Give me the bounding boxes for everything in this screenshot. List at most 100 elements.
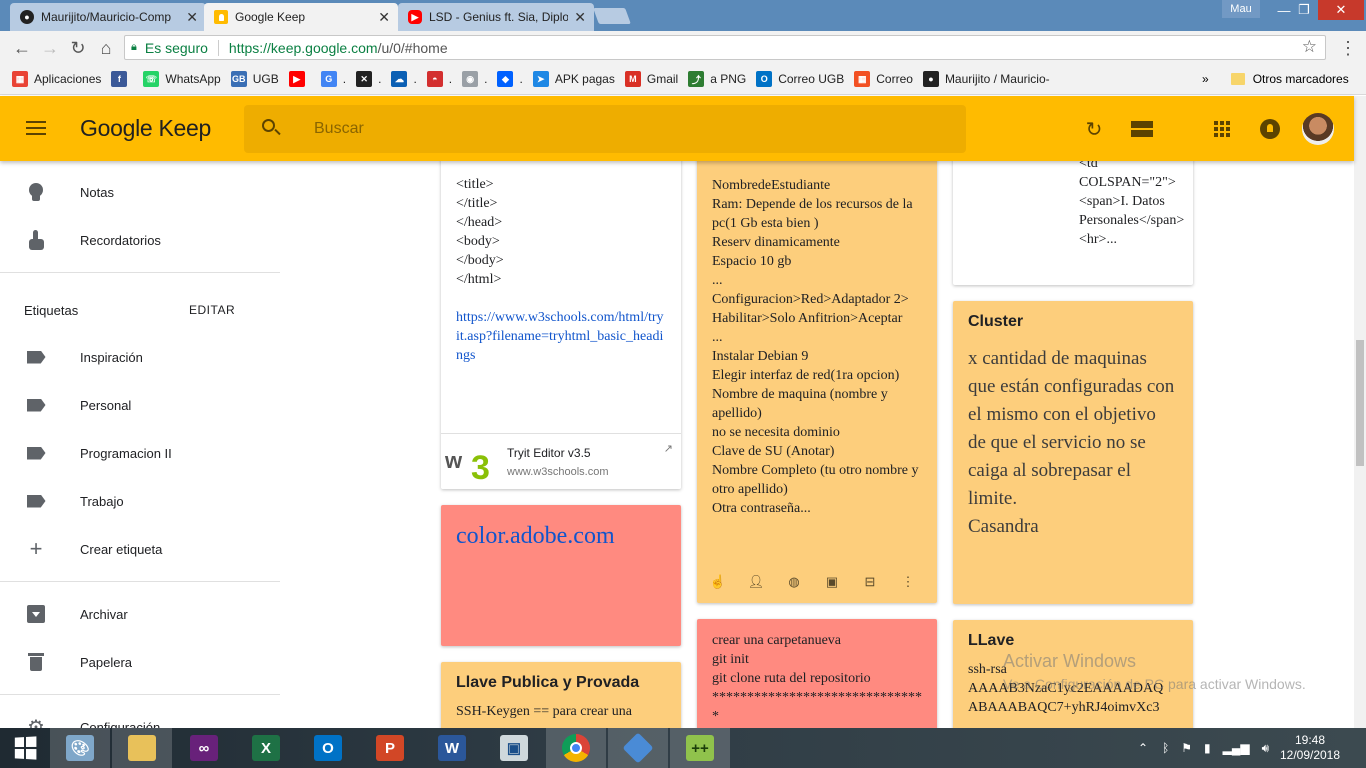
back-icon[interactable]: ← — [10, 37, 34, 59]
bookmark-item[interactable]: G. — [320, 71, 346, 87]
virtualbox-icon[interactable]: ▣ — [484, 728, 544, 768]
excel-icon[interactable]: X — [236, 728, 296, 768]
home-icon[interactable]: ⌂ — [94, 37, 118, 59]
clock[interactable]: 19:48 12/09/2018 — [1270, 733, 1350, 763]
chrome-icon[interactable] — [546, 728, 606, 768]
bookmark-item[interactable]: ☁. — [391, 71, 417, 87]
bookmark-item[interactable]: ◆. — [497, 71, 523, 87]
sidebar-item-personal[interactable]: Personal — [0, 381, 280, 429]
sidebar-item-trash[interactable]: Papelera — [0, 638, 280, 686]
search-bar[interactable] — [244, 105, 966, 153]
sidebar-item-notes[interactable]: Notas — [0, 168, 280, 216]
close-window-button[interactable]: ✕ — [1318, 0, 1364, 20]
archive-icon[interactable]: ⊟ — [861, 572, 879, 592]
powerpoint-icon[interactable]: P — [360, 728, 420, 768]
tab-google-keep[interactable]: Google Keep ✕ — [204, 3, 398, 31]
remind-me-icon[interactable]: ☝ — [709, 572, 727, 592]
address-bar[interactable]: 🔒︎ Es seguro https://keep.google.com/u/0… — [124, 35, 1326, 60]
note-llave-publica[interactable]: Llave Publica y Provada SSH-Keygen == pa… — [441, 662, 681, 728]
file-explorer-icon[interactable] — [112, 728, 172, 768]
apps-grid-icon[interactable] — [1209, 116, 1235, 142]
bookmarks-overflow-button[interactable]: » — [1202, 72, 1209, 86]
image-icon[interactable]: ▣ — [823, 572, 841, 592]
sidebar-item-label: Archivar — [80, 606, 128, 622]
bookmark-item[interactable]: ☏ WhatsApp — [143, 71, 221, 87]
sidebar-item-reminders[interactable]: Recordatorios — [0, 216, 280, 264]
bookmark-item[interactable]: ➤ APK pagas — [532, 71, 615, 87]
more-icon[interactable]: ⋮ — [899, 572, 917, 592]
close-icon[interactable]: ✕ — [186, 9, 198, 26]
note-adobe[interactable]: color.adobe.com — [441, 505, 681, 646]
new-tab-button[interactable] — [593, 8, 631, 24]
bookmark-item[interactable]: f — [111, 71, 133, 87]
scrollbar-thumb[interactable] — [1356, 340, 1364, 466]
youtube-icon: ▶ — [288, 71, 305, 87]
bookmark-label: a PNG — [710, 72, 747, 86]
note-body: crear una carpetanueva git init git clon… — [712, 633, 922, 724]
bookmark-item[interactable]: ◉. — [462, 71, 487, 87]
bookmark-label: APK pagas — [554, 72, 615, 86]
search-icon[interactable] — [260, 117, 284, 141]
bookmark-item[interactable]: ◓. — [426, 71, 452, 87]
collaborator-icon[interactable]: 👤︎ — [747, 572, 765, 592]
show-hidden-icons-icon[interactable]: ⌃ — [1138, 741, 1148, 755]
notepad-plus-icon[interactable]: ++ — [670, 728, 730, 768]
note-link[interactable]: https://www.w3schools.com/html/tryit.asp… — [456, 310, 664, 363]
edit-labels-button[interactable]: EDITAR — [189, 303, 235, 317]
keep-logo[interactable]: Google Keep — [80, 115, 211, 142]
bookmark-item[interactable]: ▶ — [288, 71, 311, 87]
bookmark-item[interactable]: GB UGB — [230, 71, 279, 87]
note-html[interactable]: <title> </title> </head> <body> </body> … — [441, 161, 681, 489]
sidebar-item-programacion[interactable]: Programacion II — [0, 429, 280, 477]
search-input[interactable] — [314, 120, 814, 138]
reload-icon[interactable]: ↻ — [66, 37, 90, 59]
bookmark-item[interactable]: ● Maurijito / Mauricio- — [922, 71, 1050, 87]
link-preview-card[interactable]: w 3 Tryit Editor v3.5 www.w3schools.com … — [441, 433, 681, 489]
bookmark-item[interactable]: ⤴ a PNG — [688, 71, 746, 87]
main-menu-icon[interactable] — [26, 121, 46, 135]
close-icon[interactable]: ✕ — [378, 9, 390, 26]
note-git[interactable]: crear una carpetanueva git init git clon… — [697, 619, 937, 728]
outlook-icon[interactable]: O — [298, 728, 358, 768]
tab-github[interactable]: ● Maurijito/Mauricio-Comp ✕ — [10, 3, 206, 31]
visual-studio-icon[interactable]: ∞ — [174, 728, 234, 768]
forward-icon[interactable]: → — [38, 37, 62, 59]
sidebar-item-inspiracion[interactable]: Inspiración — [0, 333, 280, 381]
note-html-table[interactable]: <td COLSPAN="2"> <span>I. Datos Personal… — [953, 161, 1193, 285]
other-bookmarks[interactable]: Otros marcadores — [1253, 72, 1349, 86]
sidebar-item-create-label[interactable]: + Crear etiqueta — [0, 525, 280, 573]
action-center-flag-icon[interactable]: ⚑ — [1181, 741, 1192, 755]
start-button[interactable] — [0, 728, 50, 768]
note-cluster[interactable]: Cluster x cantidad de maquinas que están… — [953, 301, 1193, 604]
bookmark-item[interactable]: ▦ Correo — [854, 71, 913, 87]
color-palette-icon[interactable]: ◍ — [785, 572, 803, 592]
sidebar-item-trabajo[interactable]: Trabajo — [0, 477, 280, 525]
bookmark-item[interactable]: ✕. — [356, 71, 381, 87]
chrome-menu-icon[interactable]: ⋮ — [1338, 38, 1358, 59]
bookmark-star-icon[interactable]: ☆ — [1302, 37, 1317, 57]
avatar[interactable] — [1302, 113, 1334, 145]
bookmark-item[interactable]: O Correo UGB — [756, 71, 844, 87]
list-view-icon[interactable] — [1129, 116, 1155, 142]
tab-youtube[interactable]: ▶ LSD - Genius ft. Sia, Diplo ✕ — [398, 3, 594, 31]
paint-app-icon[interactable]: 🎨︎ — [50, 728, 110, 768]
note-llave[interactable]: LLave ssh-rsa AAAAB3NzaC1yc2EAAAADAQ ABA… — [953, 620, 1193, 728]
open-link-icon[interactable]: ↗ — [664, 442, 673, 455]
url-text: https://keep.google.com/u/0/#home — [228, 39, 448, 56]
refresh-icon[interactable]: ↻ — [1081, 116, 1107, 142]
bluetooth-icon[interactable]: ᛒ — [1162, 741, 1169, 755]
battery-icon[interactable]: ▮ — [1204, 741, 1211, 755]
git-app-icon[interactable] — [608, 728, 668, 768]
profile-badge[interactable]: Mau — [1222, 0, 1260, 18]
note-link[interactable]: color.adobe.com — [456, 523, 615, 549]
close-icon[interactable]: ✕ — [574, 9, 586, 26]
note-virtual-machine[interactable]: NombredeEstudiante Ram: Depende de los r… — [697, 161, 937, 603]
network-icon[interactable]: ▂▄▆ — [1223, 741, 1250, 755]
volume-icon[interactable]: 🔊︎ — [1262, 741, 1270, 756]
bookmark-item[interactable]: ▦ Aplicaciones — [12, 71, 101, 87]
github-icon: ● — [922, 71, 939, 87]
notifications-icon[interactable] — [1257, 116, 1283, 142]
sidebar-item-archive[interactable]: Archivar — [0, 590, 280, 638]
word-icon[interactable]: W — [422, 728, 482, 768]
bookmark-item[interactable]: M Gmail — [624, 71, 678, 87]
